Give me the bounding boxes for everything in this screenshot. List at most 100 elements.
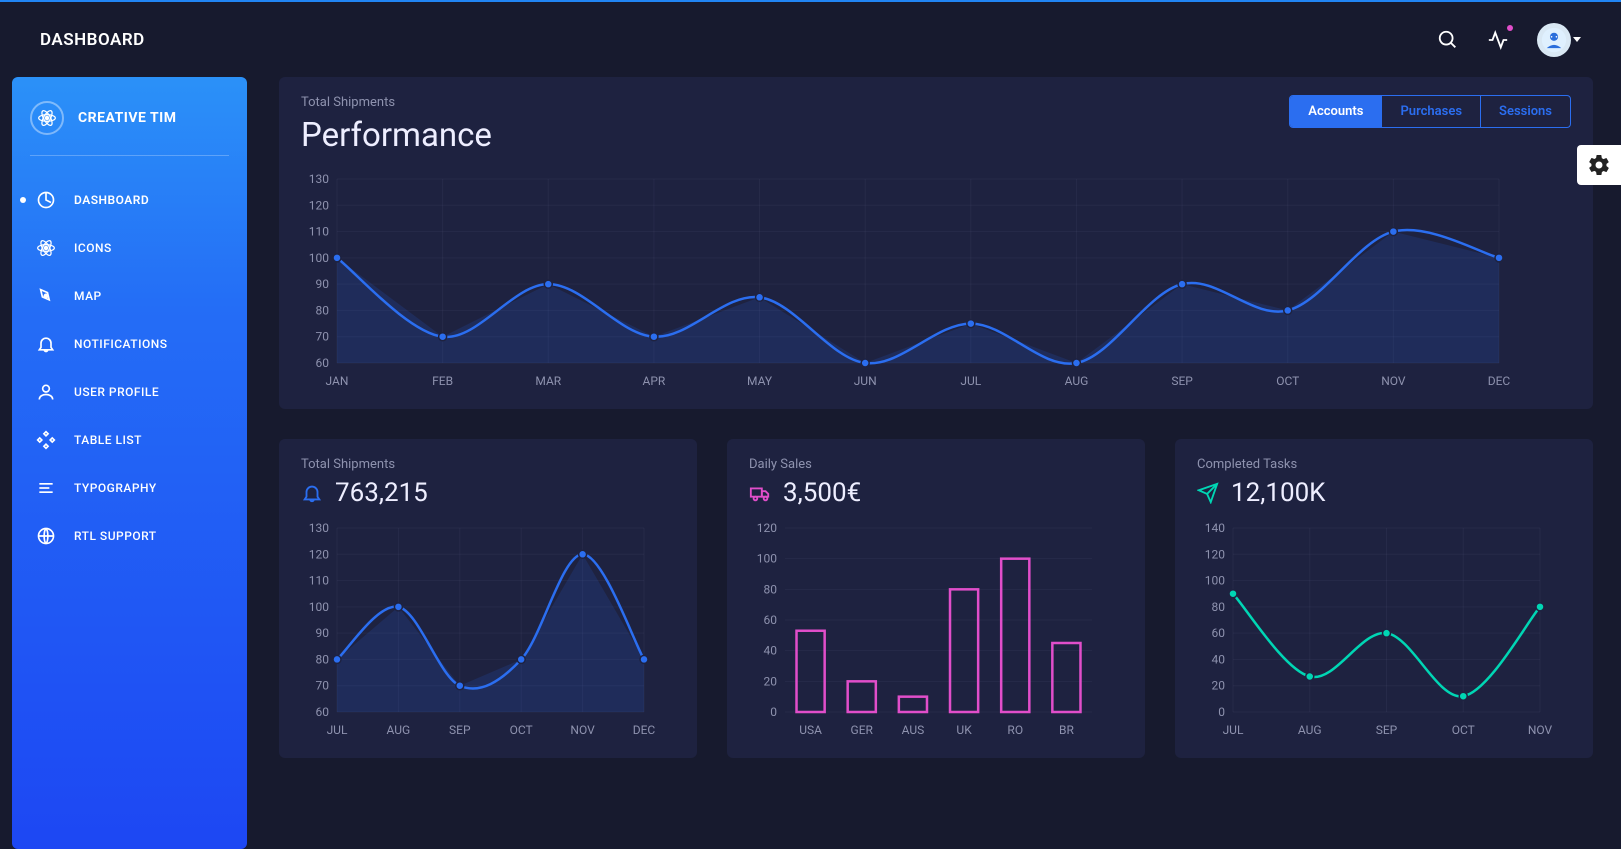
- svg-text:100: 100: [757, 552, 777, 566]
- svg-text:SEP: SEP: [1376, 723, 1398, 737]
- shipments-value: 763,215: [335, 478, 428, 508]
- gear-icon: [1587, 153, 1611, 177]
- sidebar: CREATIVE TIM DASHBOARD ICONS MAP NOTIFICATI…: [12, 77, 247, 849]
- tab-sessions[interactable]: Sessions: [1481, 96, 1570, 127]
- sidebar-item-label: MAP: [74, 289, 102, 303]
- sidebar-item-notifications[interactable]: NOTIFICATIONS: [30, 320, 229, 368]
- svg-text:USA: USA: [799, 723, 822, 737]
- svg-text:60: 60: [316, 356, 330, 370]
- brand-logo-icon: [30, 101, 64, 135]
- svg-text:AUG: AUG: [1065, 374, 1089, 388]
- shipments-subtitle: Total Shipments: [301, 457, 675, 472]
- sidebar-item-label: TABLE LIST: [74, 433, 142, 447]
- sidebar-item-icons[interactable]: ICONS: [30, 224, 229, 272]
- settings-fab[interactable]: [1577, 145, 1621, 185]
- sidebar-item-user-profile[interactable]: USER PROFILE: [30, 368, 229, 416]
- sidebar-item-dashboard[interactable]: DASHBOARD: [30, 176, 229, 224]
- avatar: [1537, 23, 1571, 57]
- svg-text:100: 100: [309, 600, 329, 614]
- tasks-subtitle: Completed Tasks: [1197, 457, 1571, 472]
- svg-text:SEP: SEP: [449, 723, 471, 737]
- svg-text:DEC: DEC: [1488, 374, 1511, 388]
- activity-icon[interactable]: [1487, 29, 1509, 51]
- svg-text:MAR: MAR: [535, 374, 561, 388]
- sidebar-item-typography[interactable]: TYPOGRAPHY: [30, 464, 229, 512]
- svg-text:60: 60: [1212, 626, 1226, 640]
- svg-text:70: 70: [316, 330, 330, 344]
- main-chart-card: Total Shipments Performance AccountsPurc…: [279, 77, 1593, 409]
- nav-icon: [36, 430, 56, 450]
- svg-text:0: 0: [770, 705, 777, 719]
- nav-icon: [36, 238, 56, 258]
- delivery-icon: [749, 482, 771, 504]
- tasks-value: 12,100K: [1231, 478, 1326, 508]
- svg-text:90: 90: [316, 277, 330, 291]
- svg-text:120: 120: [309, 198, 329, 212]
- svg-text:140: 140: [1205, 521, 1225, 535]
- nav-icon: [36, 286, 56, 306]
- sidebar-item-label: ICONS: [74, 241, 112, 255]
- send-icon: [1197, 482, 1219, 504]
- sidebar-item-label: USER PROFILE: [74, 385, 159, 399]
- svg-text:RO: RO: [1007, 723, 1023, 737]
- brand[interactable]: CREATIVE TIM: [30, 101, 229, 156]
- notification-dot: [1507, 25, 1513, 31]
- svg-text:AUG: AUG: [387, 723, 411, 737]
- topbar: DASHBOARD: [0, 2, 1621, 77]
- tab-purchases[interactable]: Purchases: [1382, 96, 1481, 127]
- sidebar-item-map[interactable]: MAP: [30, 272, 229, 320]
- user-menu[interactable]: [1537, 23, 1581, 57]
- tasks-chart: 0 20 40 60 80 100 120 140 JUL AUG SEP OCT NOV: [1197, 520, 1571, 740]
- svg-text:OCT: OCT: [510, 723, 533, 737]
- bell-icon: [301, 482, 323, 504]
- sidebar-item-rtl-support[interactable]: RTL SUPPORT: [30, 512, 229, 560]
- page-title: DASHBOARD: [40, 30, 145, 50]
- svg-text:OCT: OCT: [1452, 723, 1475, 737]
- svg-text:110: 110: [309, 225, 329, 239]
- sales-chart: 020406080100120USAGERAUSUKROBR: [749, 520, 1123, 740]
- main-chart: 60708090100110120130JANFEBMARAPRMAYJUNJU…: [301, 171, 1571, 391]
- svg-text:20: 20: [1212, 679, 1226, 693]
- svg-text:JUL: JUL: [327, 723, 348, 737]
- svg-text:130: 130: [309, 521, 329, 535]
- nav-list: DASHBOARD ICONS MAP NOTIFICATIONS USER PROFI…: [30, 176, 229, 560]
- svg-text:NOV: NOV: [570, 723, 595, 737]
- svg-text:JUL: JUL: [1223, 723, 1244, 737]
- tasks-card: Completed Tasks 12,100K 0 20 40 60 80 100 120 1…: [1175, 439, 1593, 758]
- svg-text:110: 110: [309, 574, 329, 588]
- svg-text:120: 120: [309, 547, 329, 561]
- svg-text:120: 120: [1205, 547, 1225, 561]
- svg-text:40: 40: [764, 644, 778, 658]
- tab-group: AccountsPurchasesSessions: [1289, 95, 1571, 128]
- svg-text:60: 60: [764, 613, 778, 627]
- svg-text:OCT: OCT: [1276, 374, 1299, 388]
- tab-accounts[interactable]: Accounts: [1290, 96, 1382, 127]
- svg-text:130: 130: [309, 172, 329, 186]
- svg-text:BR: BR: [1059, 723, 1074, 737]
- svg-text:120: 120: [757, 521, 777, 535]
- sales-card: Daily Sales 3,500€ 020406080100120USAGER…: [727, 439, 1145, 758]
- svg-text:80: 80: [316, 303, 330, 317]
- topbar-actions: [1437, 23, 1581, 57]
- svg-text:SEP: SEP: [1171, 374, 1193, 388]
- svg-text:NOV: NOV: [1528, 723, 1552, 737]
- svg-text:AUS: AUS: [902, 723, 925, 737]
- svg-text:MAY: MAY: [747, 374, 773, 388]
- sidebar-item-label: RTL SUPPORT: [74, 529, 157, 543]
- svg-text:80: 80: [1212, 600, 1226, 614]
- search-icon[interactable]: [1437, 29, 1459, 51]
- sidebar-item-table-list[interactable]: TABLE LIST: [30, 416, 229, 464]
- nav-icon: [36, 382, 56, 402]
- nav-icon: [36, 478, 56, 498]
- svg-text:0: 0: [1218, 705, 1225, 719]
- svg-text:100: 100: [1205, 574, 1225, 588]
- svg-text:UK: UK: [956, 723, 972, 737]
- svg-text:20: 20: [764, 674, 778, 688]
- svg-text:AUG: AUG: [1298, 723, 1322, 737]
- svg-text:40: 40: [1212, 652, 1226, 666]
- shipments-chart: 60708090100110120130JULAUGSEPOCTNOVDEC: [301, 520, 675, 740]
- svg-text:70: 70: [316, 679, 330, 693]
- chevron-down-icon: [1573, 37, 1581, 42]
- svg-text:DEC: DEC: [633, 723, 656, 737]
- shipments-card: Total Shipments 763,215 6070809010011012…: [279, 439, 697, 758]
